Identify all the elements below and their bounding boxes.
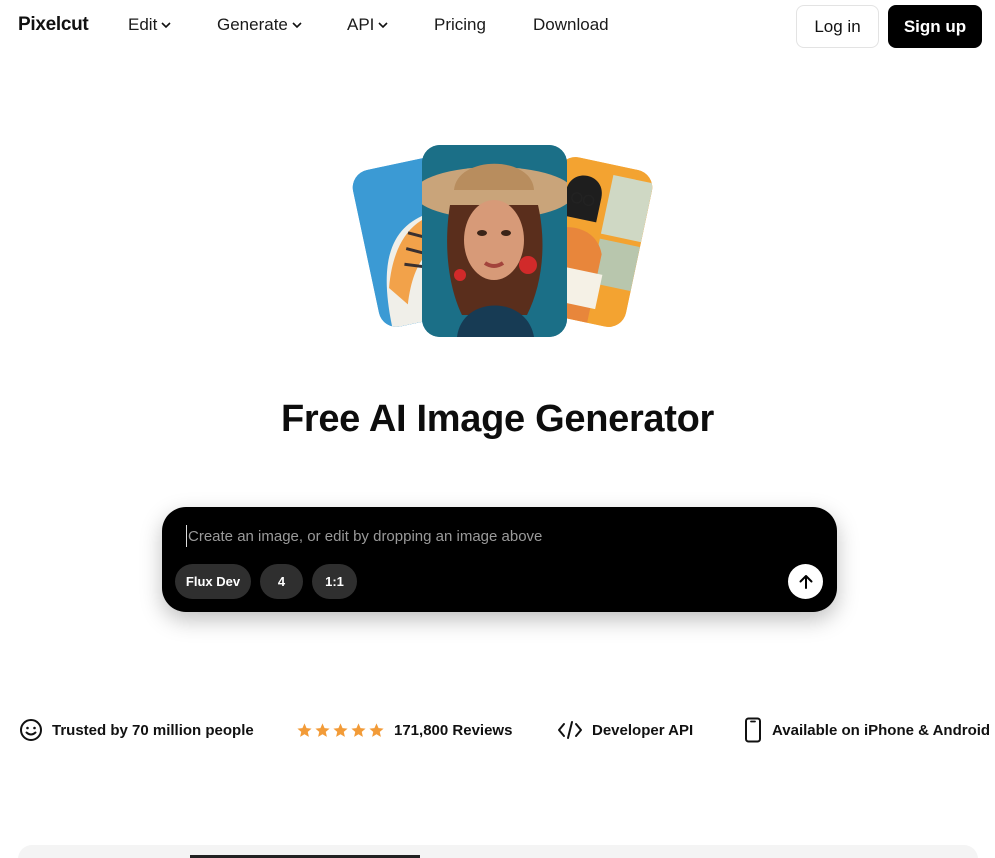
star-icon [351,722,366,737]
nav-item-label: Download [533,15,609,34]
prompt-box: Flux Dev 4 1:1 [162,507,837,612]
star-icon [297,722,312,737]
smartphone-icon [745,717,761,743]
trust-item-users: Trusted by 70 million people [19,716,254,744]
trust-item-api: Developer API [557,716,693,744]
nav-item-label: Pricing [434,15,486,34]
nav-item-api[interactable]: API [347,15,389,35]
nav-item-pricing[interactable]: Pricing [434,15,486,35]
trust-mobile-text: Available on iPhone & Android [772,721,991,739]
nav-item-label: API [347,15,375,34]
nav-item-edit[interactable]: Edit [128,15,172,35]
chevron-down-icon [292,22,302,29]
woman-straw-hat-portrait-card [422,145,567,337]
count-chip[interactable]: 4 [260,564,303,599]
send-button[interactable] [788,564,823,599]
trust-item-mobile: Available on iPhone & Android [743,716,990,744]
rating-stars [296,722,385,739]
top-nav: Pixelcut Edit Generate API Pricing Downl… [0,0,995,52]
code-icon [558,721,582,739]
page-title: Free AI Image Generator [280,398,715,440]
star-icon [315,722,330,737]
trust-users-text: Trusted by 70 million people [52,721,254,739]
star-icon [369,722,384,737]
arrow-up-icon [799,574,812,589]
aspect-ratio-chip[interactable]: 1:1 [312,564,357,599]
bottom-section-panel [18,845,978,858]
prompt-input[interactable] [186,525,786,547]
signup-button[interactable]: Sign up [888,5,982,48]
trust-item-reviews: 171,800 Reviews [296,716,512,744]
chevron-down-icon [161,22,171,29]
chevron-down-icon [378,22,388,29]
model-chip[interactable]: Flux Dev [175,564,251,599]
trust-reviews-text: 171,800 Reviews [394,721,513,739]
nav-item-label: Generate [217,15,288,34]
nav-item-label: Edit [128,15,158,34]
brand-logo[interactable]: Pixelcut [18,14,89,36]
login-button[interactable]: Log in [796,5,879,48]
trust-api-text: Developer API [592,721,694,739]
smiley-icon [20,719,42,741]
nav-item-download[interactable]: Download [533,15,609,35]
hero-image-cards [349,140,656,345]
nav-item-generate[interactable]: Generate [217,15,303,35]
star-icon [333,722,348,737]
